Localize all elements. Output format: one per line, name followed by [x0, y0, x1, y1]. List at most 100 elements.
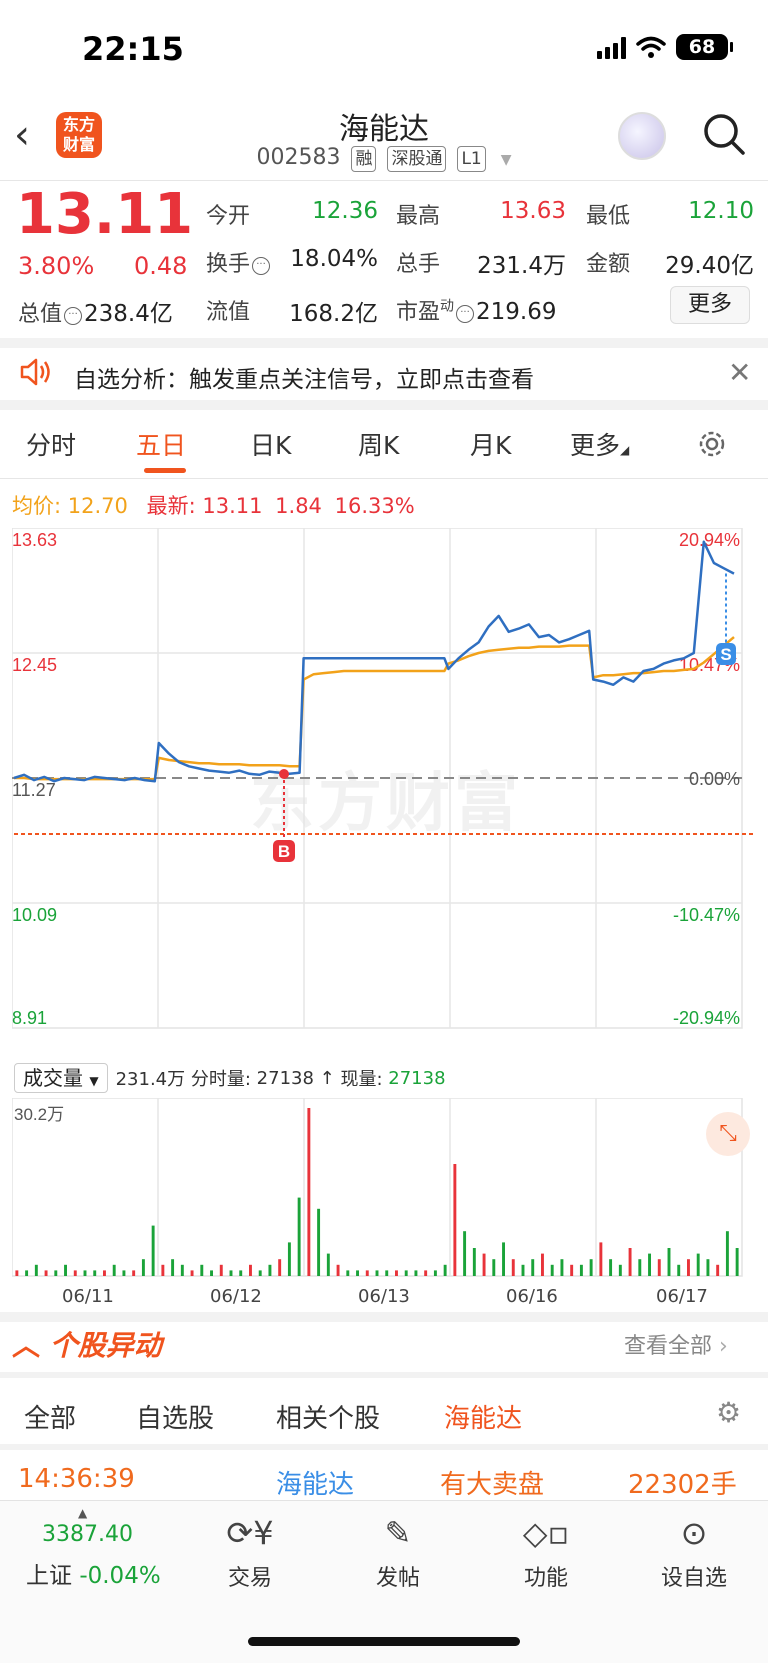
nav-add-watch[interactable]: ⊙ 设自选: [644, 1512, 744, 1592]
movers-title: ︿ 个股异动: [12, 1329, 162, 1362]
nav-apps[interactable]: ◇▫ 功能: [496, 1512, 596, 1592]
latest-label: 最新:: [146, 494, 196, 518]
volume-bar: [210, 1270, 213, 1276]
movers-tab-all[interactable]: 全部: [24, 1398, 76, 1435]
latest-change: 1.84: [275, 494, 322, 518]
turnover-value: 18.04%: [290, 246, 378, 272]
volume-bar: [34, 1264, 38, 1276]
tab-more[interactable]: 更多◢: [570, 426, 629, 462]
volume-bar: [122, 1270, 126, 1276]
volume-bar: [531, 1259, 535, 1276]
volume-bar: [346, 1270, 350, 1276]
apps-icon: ◇▫: [522, 1514, 570, 1552]
volume-bar: [579, 1264, 583, 1276]
robot-assistant-icon[interactable]: [618, 112, 666, 160]
index-value[interactable]: 3387.40: [42, 1522, 133, 1547]
volume-bar: [336, 1264, 340, 1276]
volume-bar: [229, 1270, 233, 1276]
current-price: 13.11: [16, 182, 194, 247]
nav-post[interactable]: ✎ 发帖: [348, 1512, 448, 1592]
volume-bar: [25, 1270, 29, 1276]
volume-bar: [258, 1270, 262, 1276]
interval-label: 分时量:: [190, 1069, 251, 1090]
date-label: 06/12: [210, 1286, 262, 1307]
volume-bar: [103, 1270, 106, 1276]
current-label: 现量:: [340, 1069, 383, 1090]
volume-bar: [171, 1259, 175, 1276]
volume-bar: [200, 1264, 204, 1276]
turnover-label: 换手 ···: [206, 246, 272, 278]
tab-monthly-k[interactable]: 月K: [470, 426, 511, 462]
tab-intraday[interactable]: 分时: [26, 426, 76, 462]
y-axis-right-label: 20.94%: [679, 530, 740, 550]
date-label: 06/13: [358, 1286, 410, 1307]
info-icon: ···: [456, 305, 475, 323]
volume-bar: [541, 1253, 544, 1276]
volume-bar: [677, 1264, 681, 1276]
mover-stock-name[interactable]: 海能达: [276, 1464, 354, 1501]
search-icon[interactable]: [702, 112, 746, 156]
volume-chart[interactable]: 30.2万: [12, 1098, 756, 1280]
settings-gear-icon[interactable]: [696, 428, 728, 460]
volume-frame: [12, 1098, 743, 1277]
index-row[interactable]: 上证 -0.04%: [26, 1556, 161, 1590]
pe-label: 市盈动 ··· 219.69: [396, 298, 557, 325]
nav-trade[interactable]: ⟳¥ 交易: [200, 1512, 300, 1592]
tab-daily-k[interactable]: 日K: [250, 426, 291, 462]
chart-legend: 均价: 12.70 最新: 13.11 1.84 16.33%: [12, 490, 415, 520]
y-axis-right-label: -10.47%: [673, 905, 740, 925]
price-chart[interactable]: 13.6312.4511.2710.098.9120.94%10.47%0.00…: [12, 528, 756, 1060]
open-value: 12.36: [312, 198, 378, 224]
volume-bar: [44, 1270, 48, 1276]
mktcap-value: 238.4亿: [84, 301, 173, 327]
amount-label: 金额: [586, 252, 631, 277]
volume-bar: [706, 1259, 710, 1276]
expand-icon[interactable]: ⤡: [706, 1112, 750, 1156]
volume-bar: [433, 1270, 437, 1276]
close-icon[interactable]: ✕: [728, 356, 751, 389]
volume-bar: [385, 1270, 389, 1276]
date-label: 06/11: [62, 1286, 114, 1307]
volume-bar: [628, 1248, 632, 1276]
interval-value: 27138: [256, 1067, 314, 1089]
volume-bar: [15, 1270, 19, 1276]
tab-weekly-k[interactable]: 周K: [358, 426, 399, 462]
volume-bar: [93, 1270, 97, 1276]
tag-margin: 融: [351, 146, 377, 172]
volume-bar: [502, 1242, 505, 1276]
volume-bar: [395, 1270, 398, 1276]
tab-five-day[interactable]: 五日: [136, 426, 186, 462]
volume-bar: [735, 1248, 739, 1276]
high-label: 最高: [396, 204, 441, 229]
more-quote-button[interactable]: 更多: [670, 286, 750, 324]
status-icons: 68: [597, 34, 733, 60]
gear-icon[interactable]: ⚙: [716, 1396, 741, 1429]
volume-bar: [239, 1270, 243, 1276]
volume-bar: [696, 1253, 700, 1276]
mktcap-label: 总值 ··· 238.4亿: [18, 301, 173, 327]
signal-icon: [597, 35, 626, 59]
volume-bar: [472, 1248, 476, 1276]
volume-bar: [287, 1242, 291, 1276]
battery-icon: 68: [676, 34, 733, 60]
movers-tab-watchlist[interactable]: 自选股: [136, 1398, 214, 1435]
amount-value: 29.40亿: [665, 253, 754, 279]
low-value: 12.10: [688, 198, 754, 224]
movers-tab-related[interactable]: 相关个股: [276, 1398, 380, 1435]
indicator-selector[interactable]: 成交量 ▼: [14, 1063, 108, 1093]
volume-info-bar: 成交量 ▼ 231.4万 分时量: 27138 ↑ 现量: 27138: [14, 1062, 446, 1094]
movers-tab-stock[interactable]: 海能达: [444, 1398, 522, 1435]
float-label: 流值: [206, 300, 251, 325]
volume-bar: [648, 1253, 651, 1276]
info-icon: ···: [64, 307, 83, 325]
notice-text[interactable]: 自选分析：触发重点关注信号，立即点击查看: [74, 360, 534, 394]
trade-icon: ⟳¥: [226, 1514, 274, 1552]
volume-bar: [151, 1225, 155, 1276]
volume-bar: [83, 1270, 87, 1276]
y-axis-left-label: 13.63: [12, 530, 57, 550]
chevron-down-icon: ▼: [500, 152, 512, 168]
view-all-link[interactable]: 查看全部 ›: [624, 1328, 728, 1360]
volume-bar: [414, 1270, 418, 1276]
volume-bar: [161, 1264, 165, 1276]
y-axis-left-label: 8.91: [12, 1008, 47, 1028]
